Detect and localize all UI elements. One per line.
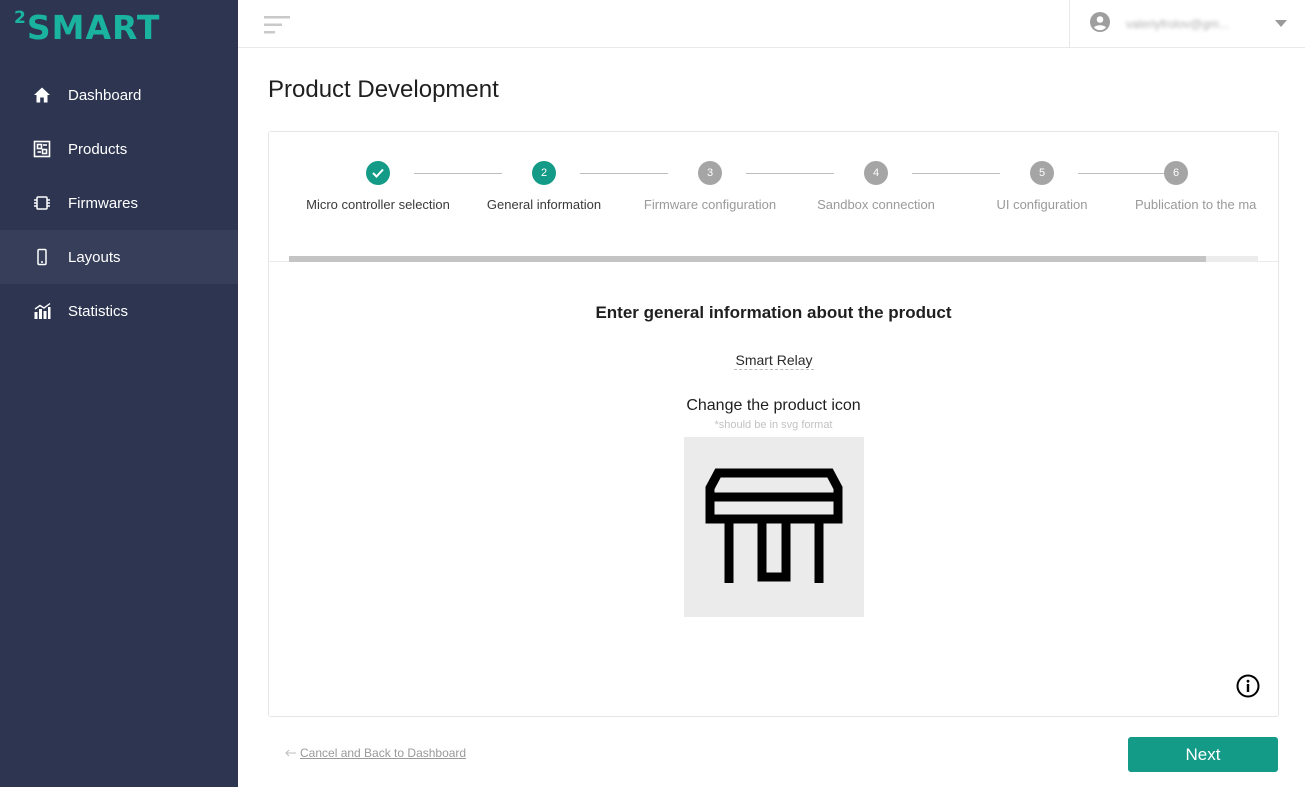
step-number: 4 xyxy=(864,161,888,185)
sidebar-item-label: Products xyxy=(68,140,128,158)
user-avatar-icon xyxy=(1090,11,1110,37)
relay-icon xyxy=(705,468,843,583)
sidebar-item-label: Statistics xyxy=(68,302,129,320)
sidebar-item-label: Firmwares xyxy=(68,194,138,212)
chevron-down-icon[interactable] xyxy=(1275,20,1287,27)
home-icon xyxy=(32,85,52,105)
step-number: 5 xyxy=(1030,161,1054,185)
step-number: 6 xyxy=(1164,161,1188,185)
user-menu[interactable]: valeriyfrolov@gm... xyxy=(1069,0,1305,48)
arrow-left-icon xyxy=(285,746,296,760)
products-icon xyxy=(32,139,52,159)
checkmark-icon xyxy=(366,161,390,185)
sidebar-item-firmwares[interactable]: Firmwares xyxy=(0,176,238,230)
sidebar-item-layouts[interactable]: Layouts xyxy=(0,230,238,284)
phone-icon xyxy=(32,247,52,267)
top-bar: valeriyfrolov@gm... xyxy=(238,0,1305,48)
sidebar-nav: Dashboard Products Firmwares Layouts Sta… xyxy=(0,68,238,338)
step-label: UI configuration xyxy=(996,197,1088,212)
step-number: 2 xyxy=(532,161,556,185)
cancel-link[interactable]: Cancel and Back to Dashboard xyxy=(285,746,466,760)
product-name-field[interactable]: Smart Relay xyxy=(734,352,814,370)
sidebar-item-statistics[interactable]: Statistics xyxy=(0,284,238,338)
sidebar-item-label: Dashboard xyxy=(68,86,142,104)
user-email: valeriyfrolov@gm... xyxy=(1126,17,1229,31)
step-sandbox-connection[interactable]: 4 Sandbox connection xyxy=(786,161,966,212)
icon-title: Change the product icon xyxy=(686,397,861,414)
menu-toggle-icon[interactable] xyxy=(264,14,292,36)
next-button[interactable]: Next xyxy=(1128,737,1278,772)
section-heading: Enter general information about the prod… xyxy=(595,303,952,322)
sidebar-item-label: Layouts xyxy=(68,248,121,266)
step-general-information[interactable]: 2 General information xyxy=(454,161,634,212)
step-firmware-configuration[interactable]: 3 Firmware configuration xyxy=(620,161,800,212)
stepper-scrollbar[interactable] xyxy=(289,256,1258,262)
sidebar-item-dashboard[interactable]: Dashboard xyxy=(0,68,238,122)
step-publication[interactable]: 6 Publication to the ma xyxy=(1118,161,1258,212)
step-label: General information xyxy=(486,197,602,212)
cancel-link-label: Cancel and Back to Dashboard xyxy=(300,746,467,760)
step-label: Sandbox connection xyxy=(817,197,935,212)
stepper-scrollbar-thumb[interactable] xyxy=(289,256,1206,262)
brand-logo-text: SMART xyxy=(26,8,161,47)
step-ui-configuration[interactable]: 5 UI configuration xyxy=(952,161,1132,212)
info-icon[interactable] xyxy=(1236,674,1260,698)
step-label: Firmware configuration xyxy=(643,197,777,212)
brand-logo[interactable]: 2 SMART xyxy=(14,10,160,46)
sidebar-item-products[interactable]: Products xyxy=(0,122,238,176)
brand-logo-superscript: 2 xyxy=(14,8,26,28)
product-icon-upload[interactable] xyxy=(684,437,864,617)
step-number: 3 xyxy=(698,161,722,185)
product-development-card: Micro controller selection 2 General inf… xyxy=(268,131,1279,717)
chip-icon xyxy=(32,193,52,213)
stepper: Micro controller selection 2 General inf… xyxy=(269,132,1278,262)
step-micro-controller-selection[interactable]: Micro controller selection xyxy=(288,161,468,212)
sidebar: 2 SMART Dashboard Products Firmwares Lay… xyxy=(0,0,238,787)
icon-format-hint: *should be in svg format xyxy=(714,419,833,431)
step-label: Micro controller selection xyxy=(306,197,450,212)
statistics-icon xyxy=(32,301,52,321)
page-title: Product Development xyxy=(268,76,499,103)
step-label: Publication to the ma xyxy=(1135,197,1257,212)
